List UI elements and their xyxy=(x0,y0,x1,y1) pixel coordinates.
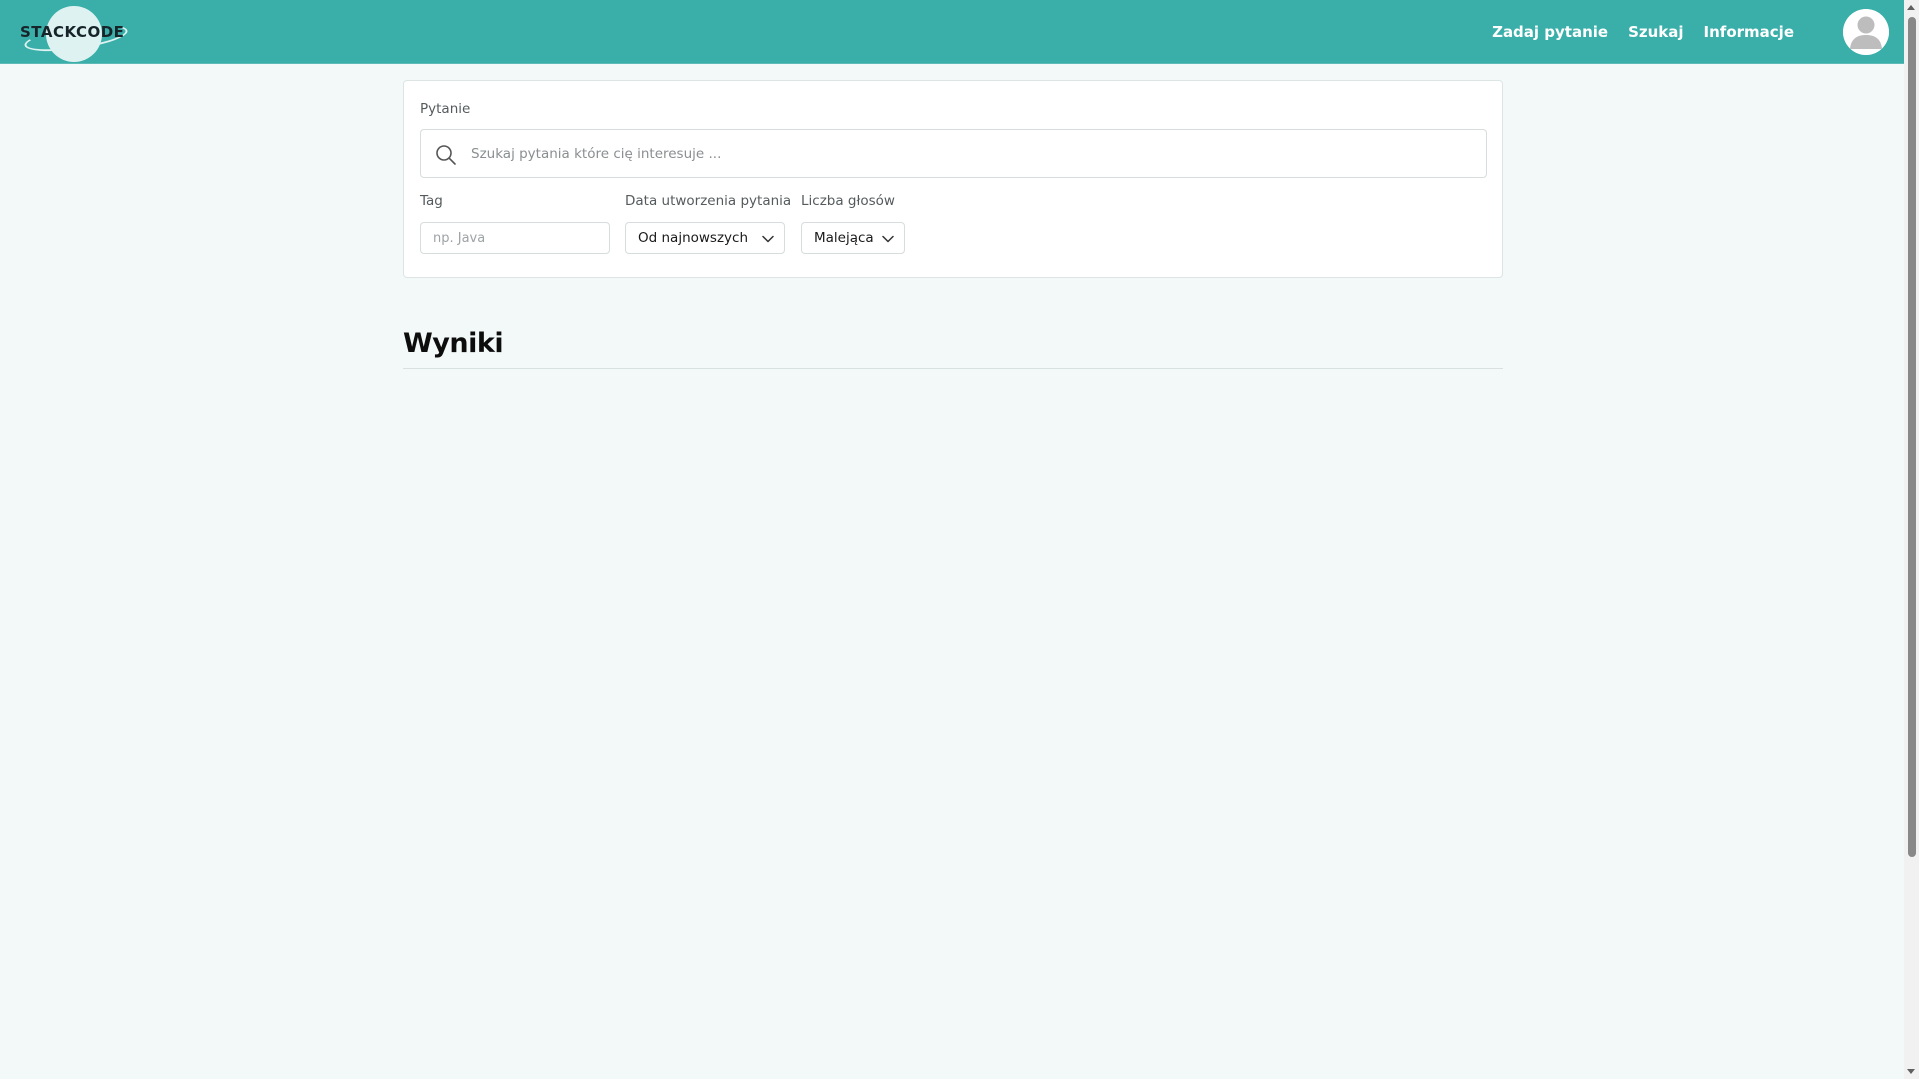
tag-input[interactable] xyxy=(420,222,610,254)
date-sort-select[interactable]: Od najnowszych xyxy=(625,222,785,254)
logo[interactable]: STACKCODE xyxy=(20,6,130,62)
logo-text: STACKCODE xyxy=(20,23,125,41)
nav-link-ask-question[interactable]: Zadaj pytanie xyxy=(1492,23,1608,41)
nav-link-information[interactable]: Informacje xyxy=(1704,23,1794,41)
votes-sort-select[interactable]: Malejąca xyxy=(801,222,905,254)
tag-label: Tag xyxy=(420,193,443,209)
scroll-down-arrow-icon[interactable] xyxy=(1907,1069,1915,1074)
search-filters-card: Pytanie Tag Data utworzenia pytania Od n… xyxy=(403,80,1503,278)
page: STACKCODE Zadaj pytanie Szukaj Informacj… xyxy=(0,0,1904,1079)
results-title: Wyniki xyxy=(403,328,504,359)
search-icon xyxy=(434,143,458,167)
user-avatar-icon[interactable] xyxy=(1843,9,1889,55)
date-label: Data utworzenia pytania xyxy=(625,193,792,209)
nav-links: Zadaj pytanie Szukaj Informacje xyxy=(1492,0,1794,64)
results-divider xyxy=(403,368,1503,369)
chevron-down-icon xyxy=(761,232,775,246)
search-box[interactable] xyxy=(420,129,1487,178)
scroll-up-arrow-icon[interactable] xyxy=(1907,5,1915,10)
date-sort-value: Od najnowszych xyxy=(638,230,749,246)
scrollbar-thumb[interactable] xyxy=(1908,17,1916,857)
search-input[interactable] xyxy=(469,130,1469,177)
chevron-down-icon xyxy=(881,232,895,246)
navbar: STACKCODE Zadaj pytanie Szukaj Informacj… xyxy=(0,0,1904,64)
votes-sort-value: Malejąca xyxy=(814,230,874,246)
vertical-scrollbar[interactable] xyxy=(1904,0,1919,1079)
nav-link-search[interactable]: Szukaj xyxy=(1628,23,1683,41)
votes-label: Liczba głosów xyxy=(801,193,895,209)
question-label: Pytanie xyxy=(420,101,471,117)
